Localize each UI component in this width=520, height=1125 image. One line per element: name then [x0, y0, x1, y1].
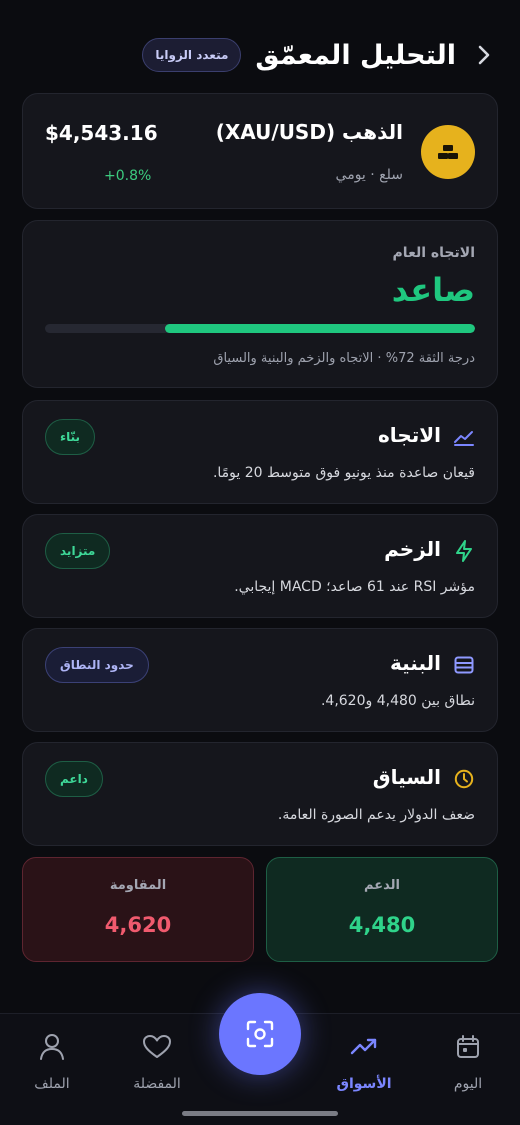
support-card: الدعم 4,480 [266, 857, 498, 962]
nav-label: اليوم [453, 1076, 483, 1092]
calendar-icon [423, 1032, 513, 1062]
heart-icon [112, 1032, 202, 1062]
metric-title: البنية [390, 651, 441, 675]
metric-desc: مؤشر RSI عند 61 صاعد؛ MACD إيجابي. [234, 579, 475, 595]
metric-title: السياق [372, 765, 441, 789]
chevron-right-icon [478, 45, 490, 65]
trend-label: الاتجاه العام [392, 245, 475, 261]
nav-label: الملف [34, 1076, 70, 1092]
status-badge: داعم [45, 761, 103, 797]
support-label: الدعم [364, 878, 400, 893]
home-indicator [182, 1111, 338, 1116]
mode-chip[interactable]: متعدد الزوايا [142, 38, 242, 72]
clock-icon [453, 768, 475, 790]
asset-price: $4,543.16 [45, 121, 158, 145]
status-badge: حدود النطاق [45, 647, 149, 683]
scan-icon [246, 1020, 274, 1048]
user-icon [7, 1032, 97, 1062]
metric-desc: نطاق بين 4,480 و4,620. [320, 693, 475, 709]
trending-up-icon [319, 1032, 409, 1062]
metric-card-trend[interactable]: الاتجاه قيعان صاعدة منذ يونيو فوق متوسط … [22, 400, 498, 504]
asset-change: +0.8% [104, 168, 152, 184]
status-badge: بنّاء [45, 419, 96, 455]
nav-item-today[interactable]: اليوم [423, 1032, 513, 1092]
trend-line-icon [453, 426, 475, 448]
gold-coin-icon [421, 125, 475, 179]
nav-label: المفضلة [133, 1076, 181, 1092]
asset-name: الذهب (XAU/USD) [215, 120, 403, 144]
support-value: 4,480 [348, 913, 416, 937]
page-title: التحليل المعمّق [255, 39, 456, 71]
layers-icon [453, 654, 475, 676]
lightning-icon [453, 540, 475, 562]
trend-value: صاعد [391, 271, 475, 309]
metric-desc: ضعف الدولار يدعم الصورة العامة. [277, 807, 475, 823]
header: التحليل المعمّق متعدد الزوايا [22, 30, 498, 80]
overall-trend-card: الاتجاه العام صاعد درجة الثقة 72% · الات… [22, 220, 498, 388]
nav-item-favorites[interactable]: المفضلة [112, 1032, 202, 1092]
scan-button[interactable] [219, 993, 301, 1075]
metric-card-structure[interactable]: البنية نطاق بين 4,480 و4,620. حدود النطا… [22, 628, 498, 732]
nav-item-profile[interactable]: الملف [7, 1032, 97, 1092]
metric-card-context[interactable]: السياق ضعف الدولار يدعم الصورة العامة. د… [22, 742, 498, 846]
metric-card-momentum[interactable]: الزخم مؤشر RSI عند 61 صاعد؛ MACD إيجابي.… [22, 514, 498, 618]
status-badge: متزايد [45, 533, 111, 569]
resistance-value: 4,620 [104, 913, 172, 937]
nav-label: الأسواق [336, 1076, 392, 1092]
nav-item-markets[interactable]: الأسواق [319, 1032, 409, 1092]
confidence-bar [45, 324, 475, 333]
asset-card[interactable]: الذهب (XAU/USD) سلع · يومي $4,543.16 +0.… [22, 93, 498, 209]
resistance-label: المقاومة [109, 878, 167, 893]
trend-note: درجة الثقة 72% · الاتجاه والزخم والبنية … [213, 351, 475, 366]
back-button[interactable] [470, 41, 498, 69]
asset-meta: سلع · يومي [335, 167, 403, 183]
metric-title: الاتجاه [378, 423, 441, 447]
resistance-card: المقاومة 4,620 [22, 857, 254, 962]
confidence-bar-fill [165, 324, 475, 333]
metric-title: الزخم [384, 537, 441, 561]
metric-desc: قيعان صاعدة منذ يونيو فوق متوسط 20 يومًا… [212, 465, 475, 481]
deep-analysis-screen: التحليل المعمّق متعدد الزوايا الذهب (XAU… [0, 0, 520, 1125]
